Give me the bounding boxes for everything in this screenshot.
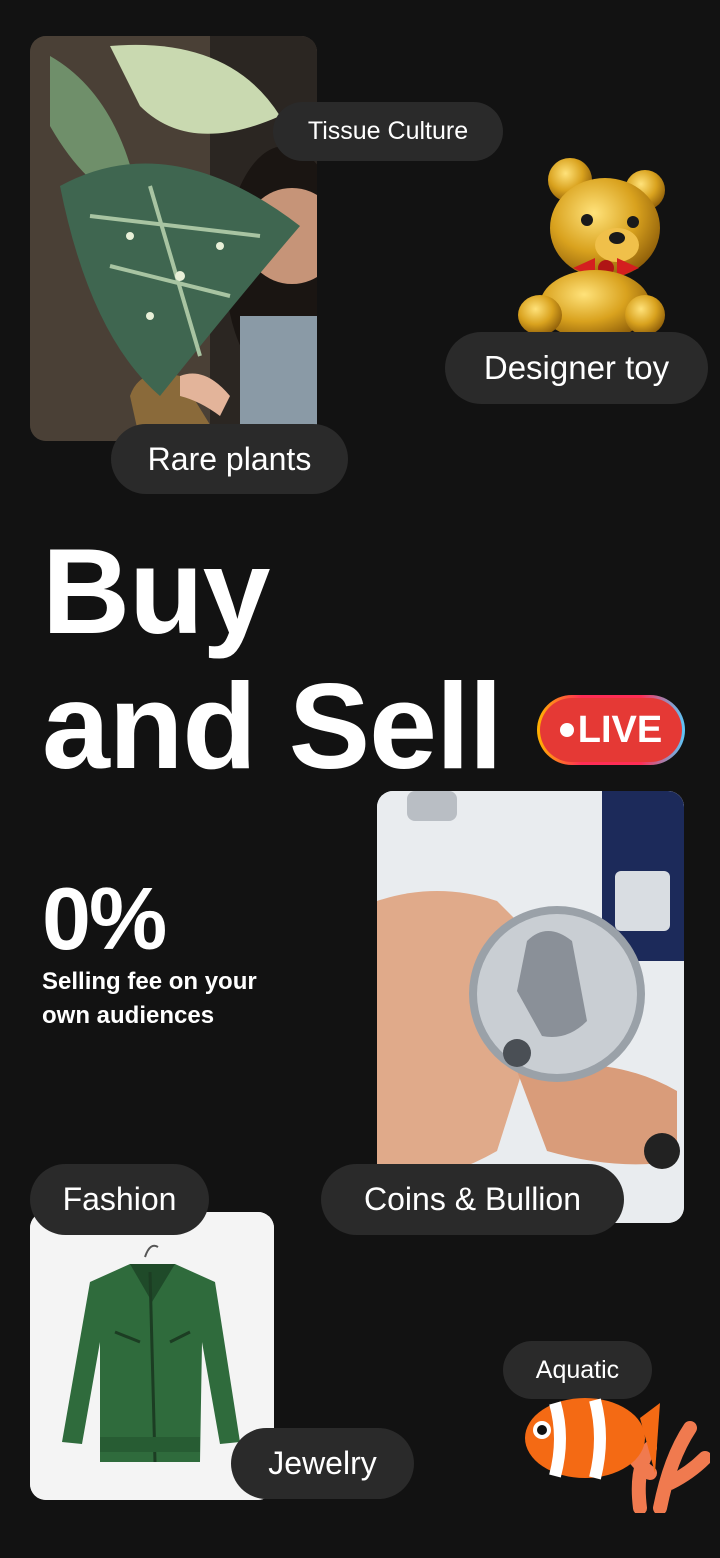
clownfish-icon xyxy=(525,1398,712,1515)
selling-fee-value: 0% xyxy=(42,869,167,968)
rare-plants-image[interactable] xyxy=(30,36,317,441)
coin-illustration xyxy=(377,791,684,1223)
category-pill-jewelry[interactable]: Jewelry xyxy=(231,1428,414,1499)
category-pill-coins-bullion[interactable]: Coins & Bullion xyxy=(321,1164,624,1235)
hero-headline-line2: and Sell xyxy=(42,658,503,794)
live-dot-icon xyxy=(559,723,574,737)
coins-bullion-image[interactable] xyxy=(377,791,684,1223)
category-label: Fashion xyxy=(62,1181,177,1217)
teddy-bear-icon xyxy=(518,158,665,340)
category-label: Coins & Bullion xyxy=(364,1181,581,1217)
plant-illustration xyxy=(30,36,317,441)
category-label: Aquatic xyxy=(535,1355,620,1384)
designer-toy-image[interactable] xyxy=(505,150,670,340)
category-label: Designer toy xyxy=(483,349,670,386)
category-label: Tissue Culture xyxy=(307,117,469,145)
live-badge: LIVE xyxy=(537,695,685,765)
aquatic-image[interactable] xyxy=(520,1388,712,1515)
selling-fee-description: Selling fee on your own audiences xyxy=(42,968,257,1029)
category-pill-fashion[interactable]: Fashion xyxy=(30,1164,209,1235)
category-pill-rare-plants[interactable]: Rare plants xyxy=(111,424,348,494)
category-label: Rare plants xyxy=(147,440,312,477)
category-pill-tissue-culture[interactable]: Tissue Culture xyxy=(273,102,503,161)
hero-headline-line1: Buy xyxy=(42,523,270,659)
category-label: Jewelry xyxy=(268,1445,377,1481)
live-badge-label: LIVE xyxy=(577,708,663,751)
category-pill-designer-toy[interactable]: Designer toy xyxy=(445,332,708,404)
